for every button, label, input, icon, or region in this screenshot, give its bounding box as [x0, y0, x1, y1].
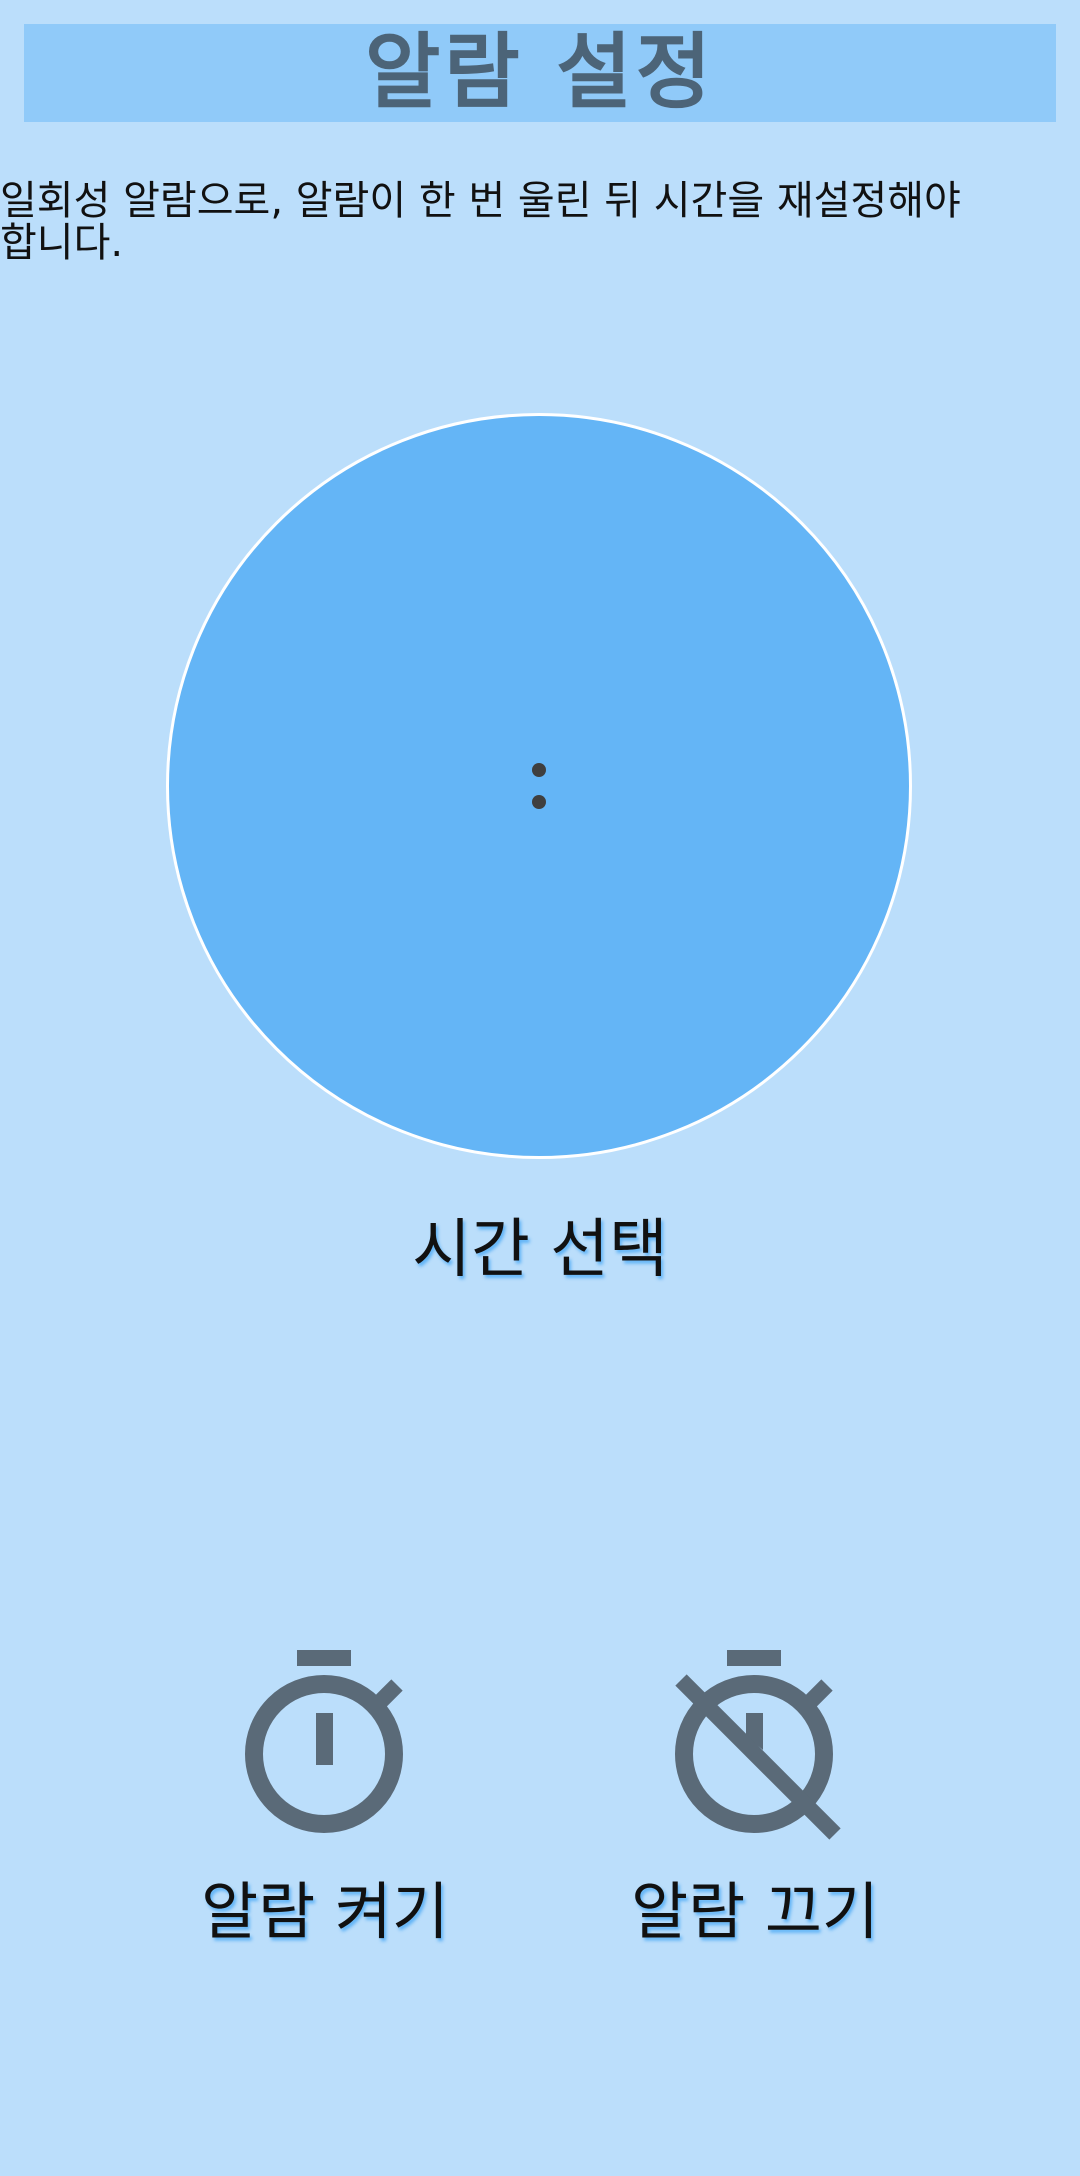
alarm-off-button[interactable]: 알람 끄기: [595, 1640, 915, 1950]
alarm-on-label: 알람 켜기: [201, 1875, 449, 1948]
separator-dot-top: [532, 763, 546, 777]
separator-dot-bottom: [532, 795, 546, 809]
alarm-description: 일회성 알람으로, 알람이 한 번 울린 뒤 시간을 재설정해야 합니다.: [0, 178, 961, 266]
page-title: 알람 설정: [364, 25, 716, 120]
stopwatch-off-icon: [675, 1650, 841, 1840]
time-picker-dial[interactable]: [166, 413, 912, 1159]
select-time-label[interactable]: 시간 선택: [0, 1210, 1080, 1290]
alarm-on-button[interactable]: 알람 켜기: [165, 1640, 485, 1950]
header-bar: 알람 설정: [24, 24, 1056, 122]
alarm-off-label: 알람 끄기: [631, 1875, 879, 1948]
stopwatch-icon: [245, 1650, 403, 1833]
time-separator: [532, 763, 546, 809]
